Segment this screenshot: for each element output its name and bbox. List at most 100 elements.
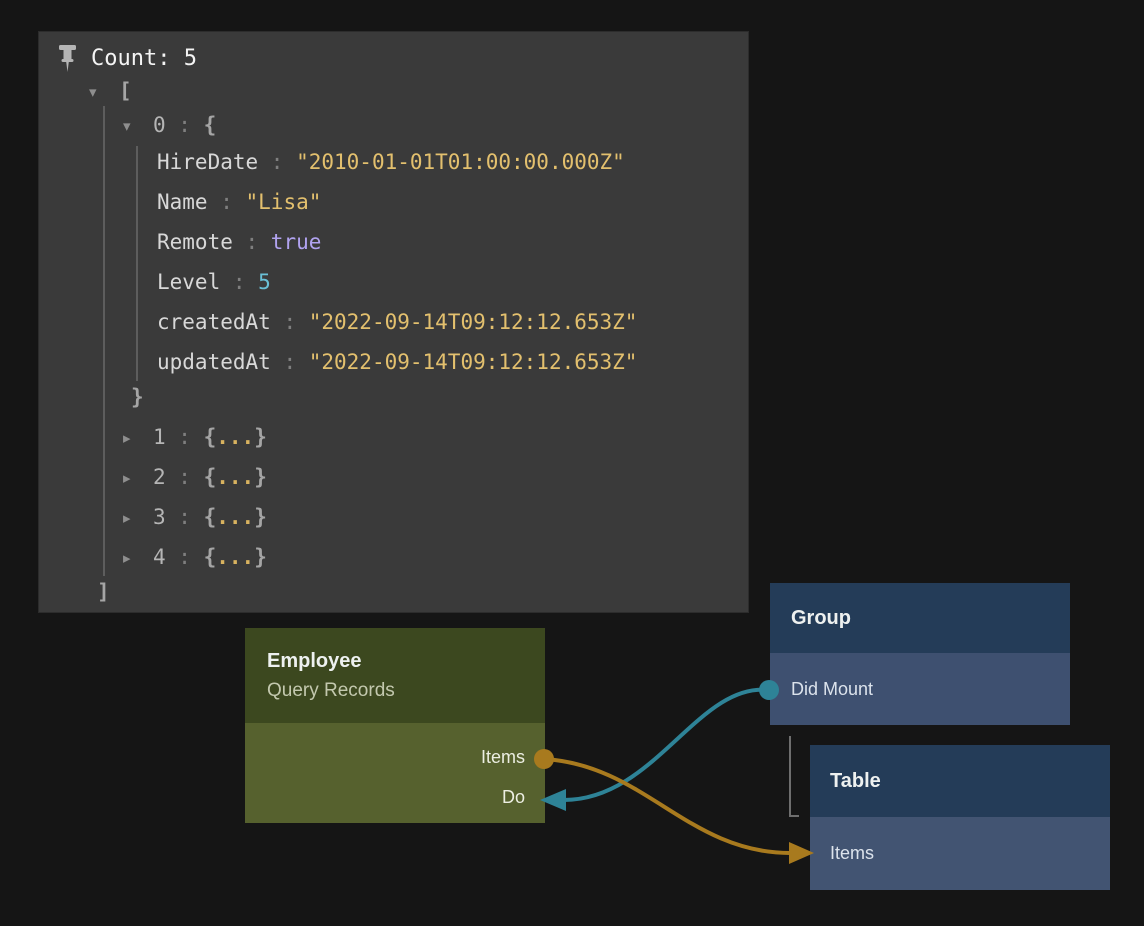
tree-row-tokens: ]: [89, 580, 110, 604]
tree-row-tokens: createdAt : "2022-09-14T09:12:12.653Z": [157, 310, 637, 334]
tree-row[interactable]: ▾[: [39, 74, 748, 108]
port-do-input[interactable]: Do: [245, 777, 545, 817]
tree-row[interactable]: ▸3 : {...}: [39, 497, 748, 537]
node-employee-header[interactable]: Employee Query Records: [245, 628, 545, 723]
node-table-header[interactable]: Table: [810, 745, 1110, 817]
collapse-arrow-icon[interactable]: ▾: [89, 75, 119, 109]
json-index: 1: [153, 425, 166, 449]
json-tree: ▾[▾0 : {HireDate : "2010-01-01T01:00:00.…: [39, 74, 748, 612]
json-colon: :: [166, 425, 204, 449]
json-brace: {: [204, 505, 217, 529]
json-string: "2010-01-01T01:00:00.000Z": [296, 150, 625, 174]
tree-row-tokens: 2 : {...}: [153, 465, 267, 489]
port-items-input[interactable]: Items: [810, 817, 1110, 890]
json-colon: :: [166, 465, 204, 489]
expand-arrow-icon[interactable]: ▸: [123, 418, 153, 458]
tree-row-tokens: Level : 5: [157, 270, 271, 294]
json-brace: }: [254, 465, 267, 489]
port-did-mount-output[interactable]: Did Mount: [770, 653, 1070, 725]
tree-row-tokens: [: [119, 79, 132, 103]
inspector-header: Count: 5: [57, 44, 197, 73]
tree-row-tokens: 3 : {...}: [153, 505, 267, 529]
port-label: Items: [481, 747, 525, 767]
json-key: Remote: [157, 230, 233, 254]
tree-row-tokens: HireDate : "2010-01-01T01:00:00.000Z": [157, 150, 625, 174]
tree-row-tokens: }: [123, 385, 144, 409]
tree-row[interactable]: ▾0 : {: [39, 108, 748, 142]
tree-row[interactable]: ▸2 : {...}: [39, 457, 748, 497]
inspector-count-label: Count: 5: [91, 46, 197, 71]
tree-row: Level : 5: [39, 262, 748, 302]
tree-row: createdAt : "2022-09-14T09:12:12.653Z": [39, 302, 748, 342]
node-group-header[interactable]: Group: [770, 583, 1070, 653]
json-dots: ...: [216, 465, 254, 489]
tree-row-tokens: 1 : {...}: [153, 425, 267, 449]
json-dots: ...: [216, 425, 254, 449]
json-colon: :: [166, 545, 204, 569]
tree-row: updatedAt : "2022-09-14T09:12:12.653Z": [39, 342, 748, 382]
json-brace: {: [204, 545, 217, 569]
json-key: Name: [157, 190, 208, 214]
tree-row-tokens: 0 : {: [153, 113, 216, 137]
json-string: "2022-09-14T09:12:12.653Z": [309, 310, 638, 334]
json-brace: }: [254, 545, 267, 569]
json-colon: :: [220, 270, 258, 294]
tree-row-tokens: updatedAt : "2022-09-14T09:12:12.653Z": [157, 350, 637, 374]
json-dots: ...: [216, 505, 254, 529]
json-colon: :: [208, 190, 246, 214]
port-items-output[interactable]: Items: [245, 737, 545, 777]
json-brace: ]: [97, 580, 110, 604]
tree-row[interactable]: ▸1 : {...}: [39, 417, 748, 457]
expand-arrow-icon[interactable]: ▸: [123, 458, 153, 498]
port-label: Did Mount: [791, 679, 873, 699]
expand-arrow-icon[interactable]: ▸: [123, 498, 153, 538]
tree-row-tokens: 4 : {...}: [153, 545, 267, 569]
json-dots: ...: [216, 545, 254, 569]
json-key: HireDate: [157, 150, 258, 174]
data-inspector-panel: Count: 5 ▾[▾0 : {HireDate : "2010-01-01T…: [38, 31, 749, 613]
json-string: "2022-09-14T09:12:12.653Z": [309, 350, 638, 374]
node-title: Table: [830, 766, 1110, 796]
json-brace: }: [254, 425, 267, 449]
tree-row: ]: [39, 572, 748, 612]
node-employee-body: Items Do: [245, 723, 545, 823]
json-brace: [: [119, 79, 132, 103]
node-employee[interactable]: Employee Query Records Items Do: [245, 628, 545, 823]
tree-row: Name : "Lisa": [39, 182, 748, 222]
node-group[interactable]: Group Did Mount: [770, 583, 1070, 725]
node-editor-canvas[interactable]: Count: 5 ▾[▾0 : {HireDate : "2010-01-01T…: [0, 0, 1144, 926]
expand-arrow-icon[interactable]: ▸: [123, 538, 153, 578]
json-index: 3: [153, 505, 166, 529]
tree-row: Remote : true: [39, 222, 748, 262]
json-brace: {: [204, 465, 217, 489]
json-colon: :: [258, 150, 296, 174]
node-group-body: Did Mount: [770, 653, 1070, 725]
json-colon: :: [166, 505, 204, 529]
json-bool: true: [271, 230, 322, 254]
connection-items-items[interactable]: [544, 759, 790, 853]
json-key: Level: [157, 270, 220, 294]
tree-row: }: [39, 377, 748, 417]
json-key: createdAt: [157, 310, 271, 334]
hierarchy-connector: [790, 736, 799, 816]
json-brace: {: [204, 425, 217, 449]
tree-row[interactable]: ▸4 : {...}: [39, 537, 748, 577]
port-label: Do: [502, 787, 525, 807]
json-key: updatedAt: [157, 350, 271, 374]
tree-row-tokens: Name : "Lisa": [157, 190, 321, 214]
node-title: Employee: [267, 646, 545, 676]
node-title: Group: [791, 603, 1070, 633]
pin-icon[interactable]: [57, 44, 78, 73]
json-colon: :: [233, 230, 271, 254]
port-label: Items: [830, 843, 874, 863]
connection-didmount-do[interactable]: [564, 690, 769, 800]
json-colon: :: [271, 310, 309, 334]
json-brace: }: [254, 505, 267, 529]
collapse-arrow-icon[interactable]: ▾: [123, 109, 153, 143]
json-brace: {: [204, 113, 217, 137]
json-string: "Lisa": [246, 190, 322, 214]
json-index: 4: [153, 545, 166, 569]
node-table[interactable]: Table Items: [810, 745, 1110, 890]
node-table-body: Items: [810, 817, 1110, 890]
json-colon: :: [166, 113, 204, 137]
